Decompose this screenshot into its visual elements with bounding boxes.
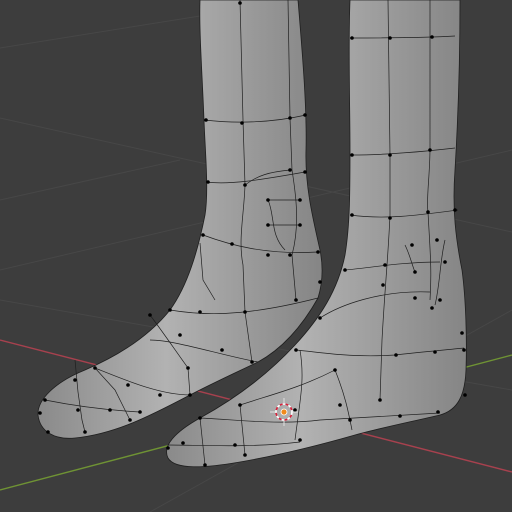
viewport-canvas[interactable] <box>0 0 512 512</box>
3d-viewport[interactable] <box>0 0 512 512</box>
object-origin-dot[interactable] <box>280 408 288 416</box>
